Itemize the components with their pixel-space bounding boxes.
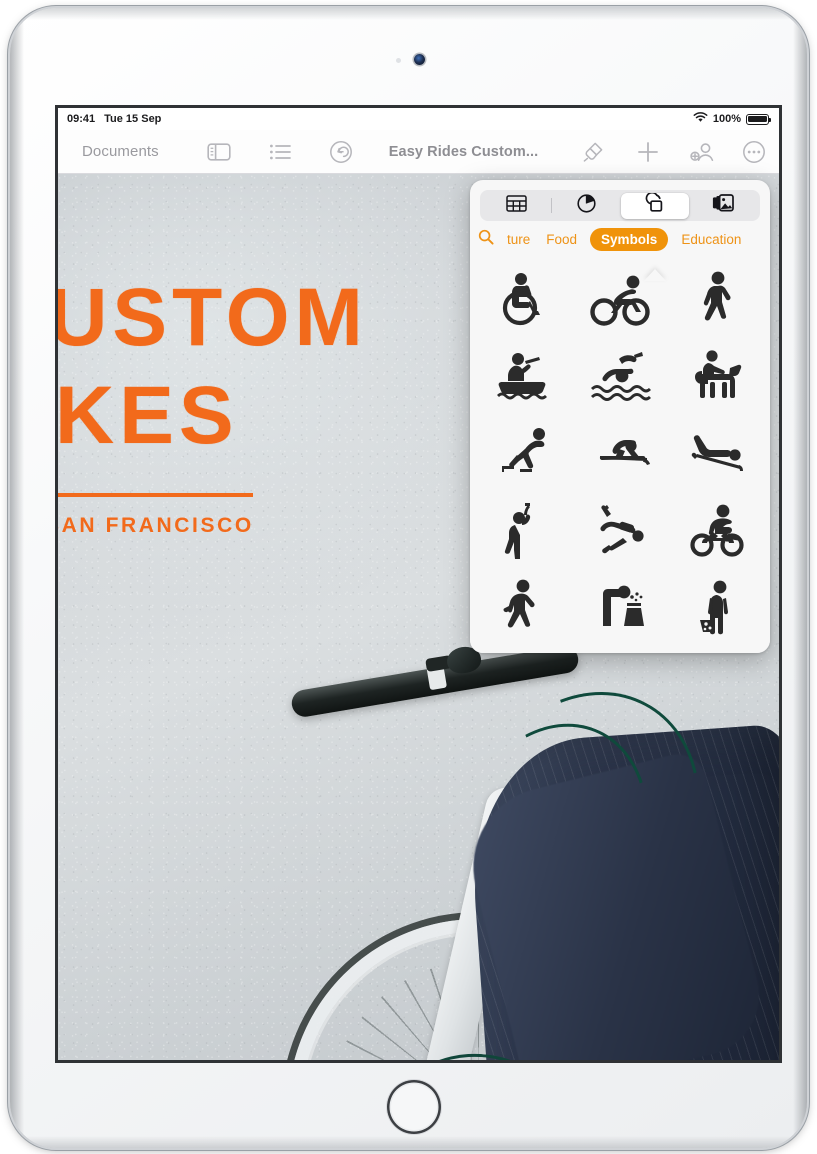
category-nature[interactable]: ture [504,228,533,251]
table-grid-icon [506,194,527,217]
wheelchair-accessible-shape[interactable] [476,260,572,337]
golfer-shape[interactable] [476,491,572,568]
segment-shapes[interactable] [620,191,689,219]
front-camera [414,54,425,65]
scuba-diver-shape[interactable] [572,491,668,568]
drinking-fountain-shape[interactable] [572,568,668,645]
format-paintbrush-icon[interactable] [582,141,604,163]
runner-shape[interactable] [476,568,572,645]
document-title[interactable]: Easy Rides Custom... [389,144,538,160]
app-toolbar: Documents Easy Rides Custom... [58,130,779,174]
popover-tail [644,269,666,281]
status-time: 09:41 [67,113,96,125]
insert-segmented-control[interactable] [480,190,760,221]
plus-insert-icon[interactable] [636,140,660,164]
more-ellipsis-icon[interactable] [742,140,766,164]
home-button[interactable] [387,1080,441,1134]
headline-rule [58,493,253,497]
kayaker-rowing-shape[interactable] [476,337,572,414]
category-food[interactable]: Food [543,228,580,251]
segment-media[interactable] [689,193,758,219]
segment-chart[interactable] [552,193,621,219]
subheadline[interactable]: SAN FRANCISCO [58,514,254,538]
status-bar: 09:41 Tue 15 Sep 100% [58,108,779,130]
pie-chart-icon [577,193,596,218]
category-symbols[interactable]: Symbols [590,227,669,251]
shape-category-row[interactable]: ture Food Symbols Education [470,221,770,257]
sidebar-toggle-icon[interactable] [207,142,231,162]
wifi-icon [693,112,708,126]
headline-line1[interactable]: CUSTOM [58,269,368,367]
swimmer-shape[interactable] [572,337,668,414]
litter-disposal-shape[interactable] [668,568,764,645]
category-education[interactable]: Education [678,228,744,251]
downhill-skier-shape[interactable] [572,414,668,491]
shapes-overlap-icon [644,191,665,218]
insert-shapes-popover: ture Food Symbols Education [470,180,770,653]
documents-back-button[interactable]: Documents [82,143,159,160]
battery-percent: 100% [712,113,741,125]
status-date: Tue 15 Sep [104,113,162,125]
segment-table[interactable] [483,193,552,219]
ipad-screen: 09:41 Tue 15 Sep 100% Documents Easy Rid… [58,108,779,1060]
ice-skater-shape[interactable] [476,414,572,491]
add-collaborator-icon[interactable] [690,141,716,163]
pedestrian-walking-shape[interactable] [668,260,764,337]
shapes-grid[interactable] [470,258,770,653]
search-magnifier-icon[interactable] [478,229,494,250]
horseback-rider-shape[interactable] [668,337,764,414]
outline-list-icon[interactable] [269,143,293,161]
undo-arrow-icon[interactable] [329,140,353,164]
headline-line2[interactable]: BIKES [58,367,239,465]
motorcyclist-shape[interactable] [668,491,764,568]
ipad-device-frame: 09:41 Tue 15 Sep 100% Documents Easy Rid… [10,8,807,1148]
media-photos-icon [712,194,735,217]
battery-full-icon [746,113,772,125]
ambient-light-sensor [396,58,401,63]
sledder-luge-shape[interactable] [668,414,764,491]
